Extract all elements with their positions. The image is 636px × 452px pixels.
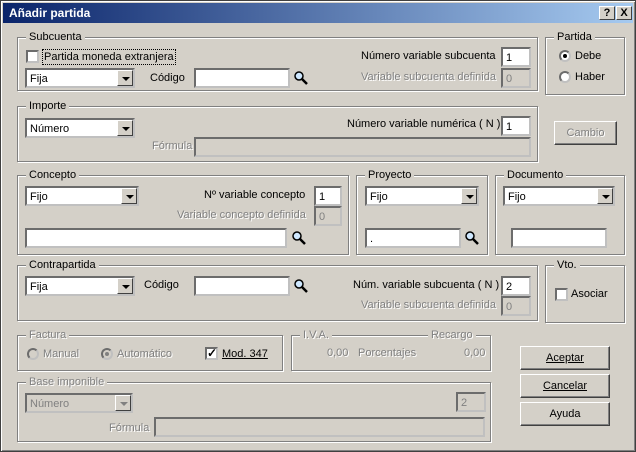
debe-label: Debe xyxy=(575,50,602,62)
concepto-text-input[interactable] xyxy=(25,228,287,248)
title-bar: Añadir partida ? X xyxy=(3,3,633,23)
automatico-label: Automático xyxy=(117,348,173,360)
search-icon[interactable] xyxy=(464,230,480,246)
proyecto-tipo-value: Fijo xyxy=(370,191,388,203)
cambio-button: Cambio xyxy=(554,121,617,145)
mod347-checkbox[interactable] xyxy=(205,346,218,360)
concepto-legend: Concepto xyxy=(26,168,80,182)
haber-radio[interactable] xyxy=(559,71,571,83)
contrapartida-vardef-input: 0 xyxy=(501,296,531,316)
moneda-extranjera-label: Partida moneda extranjera xyxy=(42,49,176,65)
documento-tipo-select[interactable]: Fijo xyxy=(503,186,615,206)
concepto-numvar-label: Nº variable concepto xyxy=(204,189,306,201)
aceptar-button[interactable]: Aceptar xyxy=(520,346,610,370)
subcuenta-tipo-select[interactable]: Fija xyxy=(25,68,135,88)
cancelar-label: Cancelar xyxy=(542,380,588,392)
chevron-down-icon xyxy=(115,395,131,411)
importe-formula-input xyxy=(194,137,531,157)
partida-legend: Partida xyxy=(554,30,595,44)
importe-tipo-select[interactable]: Número xyxy=(25,118,135,138)
ayuda-label: Ayuda xyxy=(549,408,581,420)
proyecto-input[interactable]: . xyxy=(365,228,461,248)
importe-numvar-label: Número variable numérica ( N ) xyxy=(347,118,501,130)
contrapartida-vardef-label: Variable subcuenta definida xyxy=(361,299,496,311)
concepto-tipo-value: Fijo xyxy=(30,191,48,203)
window-title: Añadir partida xyxy=(9,6,91,20)
base-tipo-select: Número xyxy=(25,393,133,413)
importe-numvar-input[interactable]: 1 xyxy=(501,116,531,136)
subcuenta-vardef-input: 0 xyxy=(501,68,531,88)
mod347-label: Mod. 347 xyxy=(222,348,268,360)
search-icon[interactable] xyxy=(293,278,309,294)
search-icon[interactable] xyxy=(293,70,309,86)
cancelar-button[interactable]: Cancelar xyxy=(520,374,610,398)
subcuenta-numvar-label: Número variable subcuenta xyxy=(361,50,496,62)
chevron-down-icon[interactable] xyxy=(117,278,133,294)
base-numvar-input: 2 xyxy=(456,392,486,412)
haber-label: Haber xyxy=(575,71,605,83)
subcuenta-vardef-label: Variable subcuenta definida xyxy=(361,71,496,83)
iva-legend: I.V.A. xyxy=(300,328,332,342)
concepto-tipo-select[interactable]: Fijo xyxy=(25,186,139,206)
importe-tipo-value: Número xyxy=(30,123,70,135)
aceptar-label: Aceptar xyxy=(546,352,584,364)
subcuenta-codigo-label: Código xyxy=(150,72,185,84)
chevron-down-icon[interactable] xyxy=(117,70,133,86)
documento-legend: Documento xyxy=(504,168,567,182)
subcuenta-legend: Subcuenta xyxy=(26,30,85,44)
contrapartida-codigo-input[interactable] xyxy=(194,276,290,296)
search-icon[interactable] xyxy=(291,230,307,246)
base-legend: Base imponible xyxy=(26,375,108,389)
chevron-down-icon[interactable] xyxy=(597,188,613,204)
partida-group: Partida xyxy=(545,30,625,95)
documento-input[interactable] xyxy=(511,228,607,248)
chevron-down-icon[interactable] xyxy=(121,188,137,204)
debe-radio[interactable] xyxy=(559,50,571,62)
help-button[interactable]: ? xyxy=(599,6,615,20)
automatico-radio xyxy=(101,348,113,360)
base-formula-input xyxy=(154,417,485,437)
documento-tipo-value: Fijo xyxy=(508,191,526,203)
concepto-vardef-input: 0 xyxy=(314,206,342,226)
manual-label: Manual xyxy=(43,348,80,360)
contrapartida-numvar-label: Núm. variable subcuenta ( N ) xyxy=(353,279,500,291)
asociar-label: Asociar xyxy=(571,288,608,300)
base-tipo-value: Número xyxy=(30,398,70,410)
base-formula-label: Fórmula xyxy=(109,422,150,434)
contrapartida-legend: Contrapartida xyxy=(26,258,99,272)
proyecto-tipo-select[interactable]: Fijo xyxy=(365,186,479,206)
concepto-vardef-label: Variable concepto definida xyxy=(177,209,306,221)
vto-legend: Vto. xyxy=(554,258,580,272)
iva-value: 0,00 xyxy=(327,347,349,359)
concepto-numvar-input[interactable]: 1 xyxy=(314,186,342,206)
contrapartida-codigo-label: Código xyxy=(144,279,179,291)
close-button[interactable]: X xyxy=(616,6,632,20)
asociar-checkbox[interactable] xyxy=(555,288,568,301)
porcentajes-label: Porcentajes xyxy=(358,347,417,359)
dialog-window: Añadir partida ? X Subcuenta Partida mon… xyxy=(0,0,636,452)
chevron-down-icon[interactable] xyxy=(117,120,133,136)
contrapartida-tipo-select[interactable]: Fija xyxy=(25,276,135,296)
subcuenta-tipo-value: Fija xyxy=(30,73,48,85)
chevron-down-icon[interactable] xyxy=(461,188,477,204)
importe-formula-label: Fórmula xyxy=(152,140,193,152)
recargo-legend: Recargo xyxy=(428,328,476,342)
proyecto-legend: Proyecto xyxy=(365,168,415,182)
moneda-extranjera-checkbox[interactable] xyxy=(26,50,39,63)
manual-radio xyxy=(27,348,39,360)
contrapartida-numvar-input[interactable]: 2 xyxy=(501,276,531,296)
factura-legend: Factura xyxy=(26,328,70,342)
recargo-value: 0,00 xyxy=(464,347,486,359)
subcuenta-codigo-input[interactable] xyxy=(194,68,290,88)
ayuda-button[interactable]: Ayuda xyxy=(520,402,610,426)
contrapartida-tipo-value: Fija xyxy=(30,281,48,293)
subcuenta-numvar-input[interactable]: 1 xyxy=(501,47,531,67)
importe-legend: Importe xyxy=(26,99,70,113)
